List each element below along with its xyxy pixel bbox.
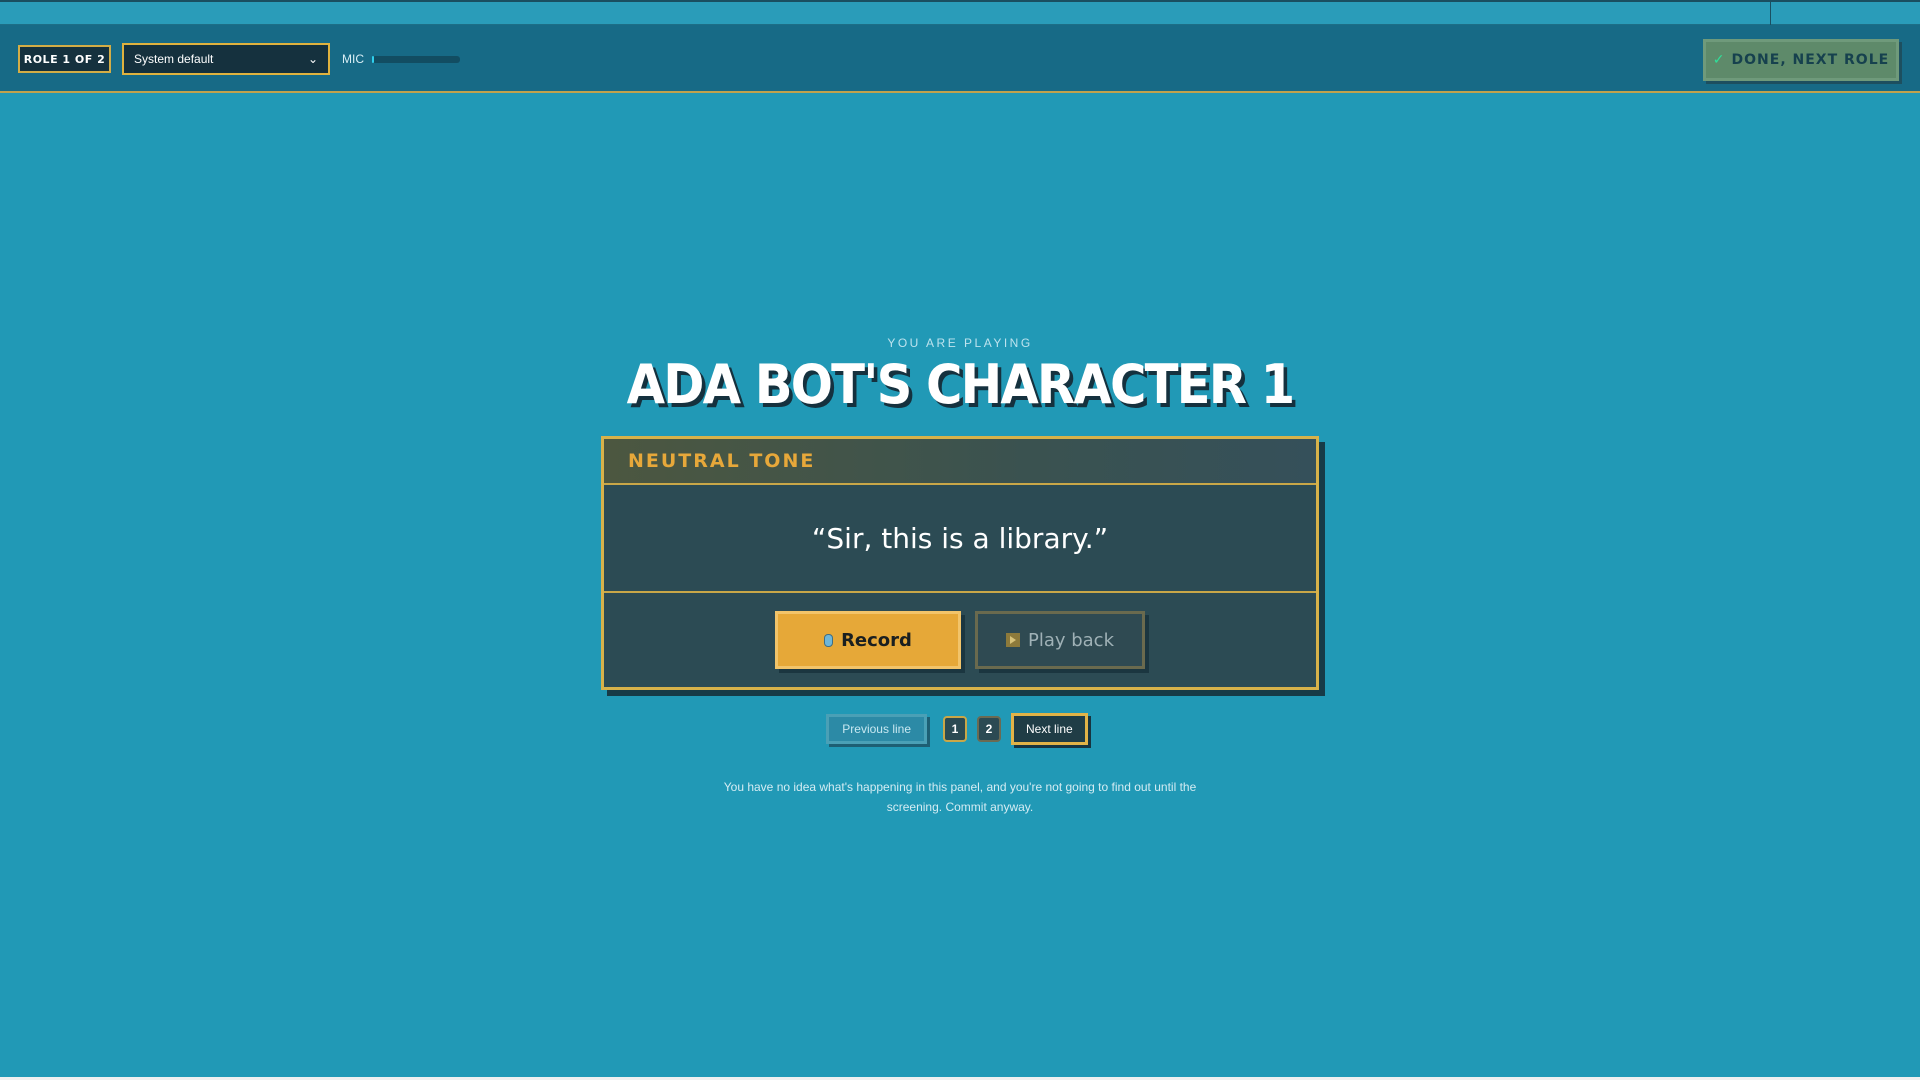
top-strip (0, 0, 1920, 27)
playing-eyebrow: YOU ARE PLAYING (887, 336, 1033, 350)
line-card-header: NEUTRAL TONE (604, 439, 1316, 485)
hint-text: You have no idea what's happening in thi… (723, 780, 1197, 814)
play-icon (1005, 633, 1020, 647)
done-next-role-button[interactable]: ✓ DONE, NEXT ROLE (1703, 39, 1899, 81)
line-card: NEUTRAL TONE “Sir, this is a library.” R… (601, 436, 1319, 690)
line-pager: Previous line 1 2 Next line (0, 713, 1920, 745)
play-back-label: Play back (1027, 629, 1115, 651)
mic-label: MIC (342, 52, 364, 66)
next-line-button[interactable]: Next line (1011, 713, 1088, 745)
record-label: Record (841, 629, 912, 651)
tone-label: NEUTRAL TONE (628, 450, 816, 472)
toolbar: ROLE 1 OF 2 System default ⌄ MIC ✓ DONE,… (0, 25, 1920, 93)
check-icon: ✓ (1712, 52, 1726, 68)
chevron-down-icon: ⌄ (307, 52, 318, 66)
play-back-button[interactable]: Play back (975, 611, 1145, 669)
top-strip-divider (1770, 2, 1771, 27)
main-stage: YOU ARE PLAYING ADA BOT'S CHARACTER 1 NE… (0, 93, 1920, 1080)
input-device-value: System default (134, 52, 214, 66)
character-title: ADA BOT'S CHARACTER 1 (626, 353, 1296, 416)
page-button-1[interactable]: 1 (943, 716, 967, 742)
role-badge: ROLE 1 OF 2 (18, 45, 111, 73)
input-device-select[interactable]: System default ⌄ (122, 43, 330, 75)
record-button[interactable]: Record (775, 611, 961, 669)
mic-level-fill (372, 56, 374, 63)
page-button-2[interactable]: 2 (977, 716, 1001, 742)
previous-line-button[interactable]: Previous line (826, 714, 927, 744)
line-text: “Sir, this is a library.” (604, 485, 1316, 593)
mic-level-meter (372, 56, 460, 63)
microphone-icon (824, 633, 834, 647)
done-next-role-label: DONE, NEXT ROLE (1731, 52, 1890, 68)
line-card-actions: Record Play back (604, 593, 1316, 687)
